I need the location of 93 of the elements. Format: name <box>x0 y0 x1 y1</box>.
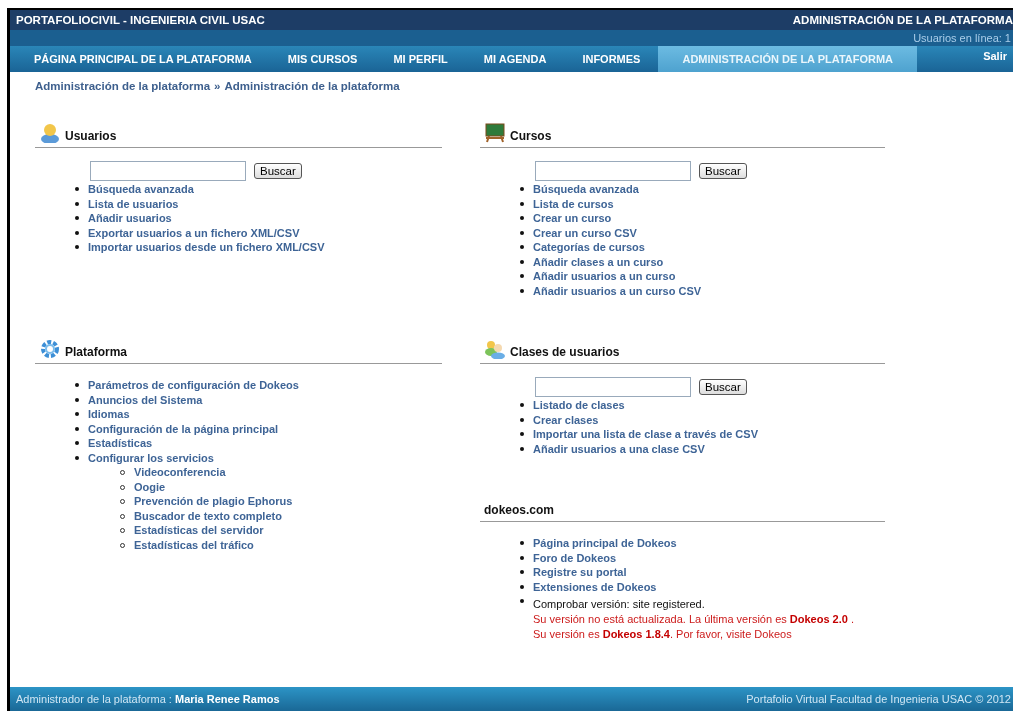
admin-link[interactable]: Búsqueda avanzada <box>88 182 194 197</box>
admin-link[interactable]: Crear clases <box>533 412 599 427</box>
user-icon <box>39 123 61 143</box>
admin-link[interactable]: Configuración de la página principal <box>88 421 279 436</box>
nav-tab[interactable]: MI AGENDA <box>465 46 565 72</box>
admin-link[interactable]: Importar una lista de clase a través de CSV <box>533 427 758 442</box>
search-field[interactable] <box>535 161 691 181</box>
bullet-icon <box>520 274 524 278</box>
bullet-icon <box>75 383 79 387</box>
bullet-icon <box>520 584 524 589</box>
admin-link[interactable]: Estadísticas del servidor <box>134 523 264 538</box>
admin-link[interactable]: Crear un curso <box>533 211 612 226</box>
nav-tab[interactable]: MI PERFIL <box>375 46 466 72</box>
section-title: Plataforma <box>65 345 128 359</box>
nav-tab[interactable]: INFORMES <box>564 46 659 72</box>
bullet-icon <box>520 403 524 407</box>
version-warning: Su versión no está actualizada. La última versión es Dokeos 2.0 . <box>533 612 855 627</box>
section-title: Cursos <box>510 129 552 143</box>
admin-link[interactable]: Configurar los servicios <box>88 450 214 465</box>
admin-link[interactable]: Añadir usuarios a un curso <box>533 269 676 284</box>
logout-link[interactable]: Salir <box>983 46 1013 72</box>
version-check-text: Comprobar versión: site registered. <box>533 598 705 610</box>
bullet-icon <box>75 216 79 220</box>
bullet-icon <box>520 187 524 191</box>
admin-link[interactable]: Videoconferencia <box>134 465 226 480</box>
chalkboard-icon <box>484 123 506 143</box>
breadcrumb-link[interactable]: Administración de la plataforma <box>35 80 211 92</box>
admin-link[interactable]: Registre su portal <box>533 565 627 580</box>
bullet-icon <box>520 570 524 574</box>
breadcrumb-link[interactable]: Administración de la plataforma <box>224 80 400 92</box>
bullet-icon <box>520 555 524 560</box>
bullet-icon <box>520 417 524 422</box>
online-users: Usuarios en línea: 1 <box>913 32 1011 44</box>
admin-link[interactable]: Página principal de Dokeos <box>533 536 677 551</box>
section-title: Clases de usuarios <box>510 345 620 359</box>
section-title: dokeos.com <box>484 503 555 517</box>
bullet-icon <box>75 426 79 431</box>
bullet-icon <box>75 412 79 416</box>
bullet-icon <box>520 216 524 220</box>
gear-icon <box>39 339 61 359</box>
breadcrumb-separator: » <box>214 80 221 92</box>
section-title: ADMINISTRACIÓN DE LA PLATAFORMA <box>792 14 1013 26</box>
admin-link[interactable]: Exportar usuarios a un fichero XML/CSV <box>88 225 300 240</box>
search-button[interactable]: Buscar <box>254 163 302 179</box>
search-button[interactable]: Buscar <box>699 379 747 395</box>
bullet-icon <box>75 397 79 402</box>
version-warning: Su versión es Dokeos 1.8.4. Por favor, visite Dokeos <box>533 626 793 641</box>
admin-link[interactable]: Parámetros de configuración de Dokeos <box>88 378 299 393</box>
bullet-icon <box>520 288 524 293</box>
admin-link[interactable]: Anuncios del Sistema <box>88 392 203 407</box>
site-title: PORTAFOLIOCIVIL - INGENIERIA CIVIL USAC <box>16 14 265 26</box>
admin-link[interactable]: Añadir usuarios a una clase CSV <box>533 441 705 456</box>
footer-admin: Administrador de la plataforma : Maria Renee Ramos <box>16 693 280 705</box>
admin-link[interactable]: Añadir usuarios a un curso CSV <box>533 283 702 298</box>
footer-copyright: Portafolio Virtual Facultad de Ingenieria USAC © 2012 <box>746 693 1011 705</box>
admin-link[interactable]: Añadir usuarios <box>88 211 172 226</box>
bullet-icon <box>520 245 524 249</box>
admin-link[interactable]: Categorías de cursos <box>533 240 645 255</box>
bullet-icon <box>520 259 524 264</box>
search-field[interactable] <box>535 377 691 397</box>
admin-link[interactable]: Lista de usuarios <box>88 196 179 211</box>
users-icon <box>484 339 506 359</box>
bullet-icon <box>75 230 79 235</box>
bullet-icon <box>520 599 524 603</box>
admin-link[interactable]: Crear un curso CSV <box>533 225 637 240</box>
admin-link[interactable]: Listado de clases <box>533 398 625 413</box>
nav-tab[interactable]: MIS CURSOS <box>269 46 376 72</box>
search-field[interactable] <box>90 161 246 181</box>
admin-link[interactable]: Foro de Dokeos <box>533 550 617 565</box>
bullet-icon <box>520 446 524 451</box>
admin-link[interactable]: Importar usuarios desde un fichero XML/CSV <box>88 240 325 255</box>
nav-tab[interactable]: PÁGINA PRINCIPAL DE LA PLATAFORMA <box>16 46 270 72</box>
bullet-icon <box>520 541 524 545</box>
admin-link[interactable]: Extensiones de Dokeos <box>533 579 657 594</box>
admin-link[interactable]: Estadísticas del tráfico <box>134 537 254 552</box>
admin-link[interactable]: Lista de cursos <box>533 196 614 211</box>
bullet-icon <box>75 201 79 206</box>
admin-link[interactable]: Buscador de texto completo <box>134 508 282 523</box>
bullet-icon <box>75 245 79 249</box>
admin-link[interactable]: Estadísticas <box>88 436 153 451</box>
bullet-icon <box>520 201 524 206</box>
admin-link[interactable]: Idiomas <box>88 407 130 422</box>
bullet-icon <box>520 230 524 235</box>
admin-link[interactable]: Oogie <box>134 479 166 494</box>
bullet-icon <box>75 455 79 460</box>
admin-link[interactable]: Búsqueda avanzada <box>533 182 639 197</box>
bullet-icon <box>520 432 524 436</box>
search-button[interactable]: Buscar <box>699 163 747 179</box>
bullet-icon <box>75 441 79 445</box>
admin-link[interactable]: Añadir clases a un curso <box>533 254 664 269</box>
admin-link[interactable]: Prevención de plagio Ephorus <box>134 494 293 509</box>
bullet-icon <box>75 187 79 191</box>
section-title: Usuarios <box>65 129 117 143</box>
